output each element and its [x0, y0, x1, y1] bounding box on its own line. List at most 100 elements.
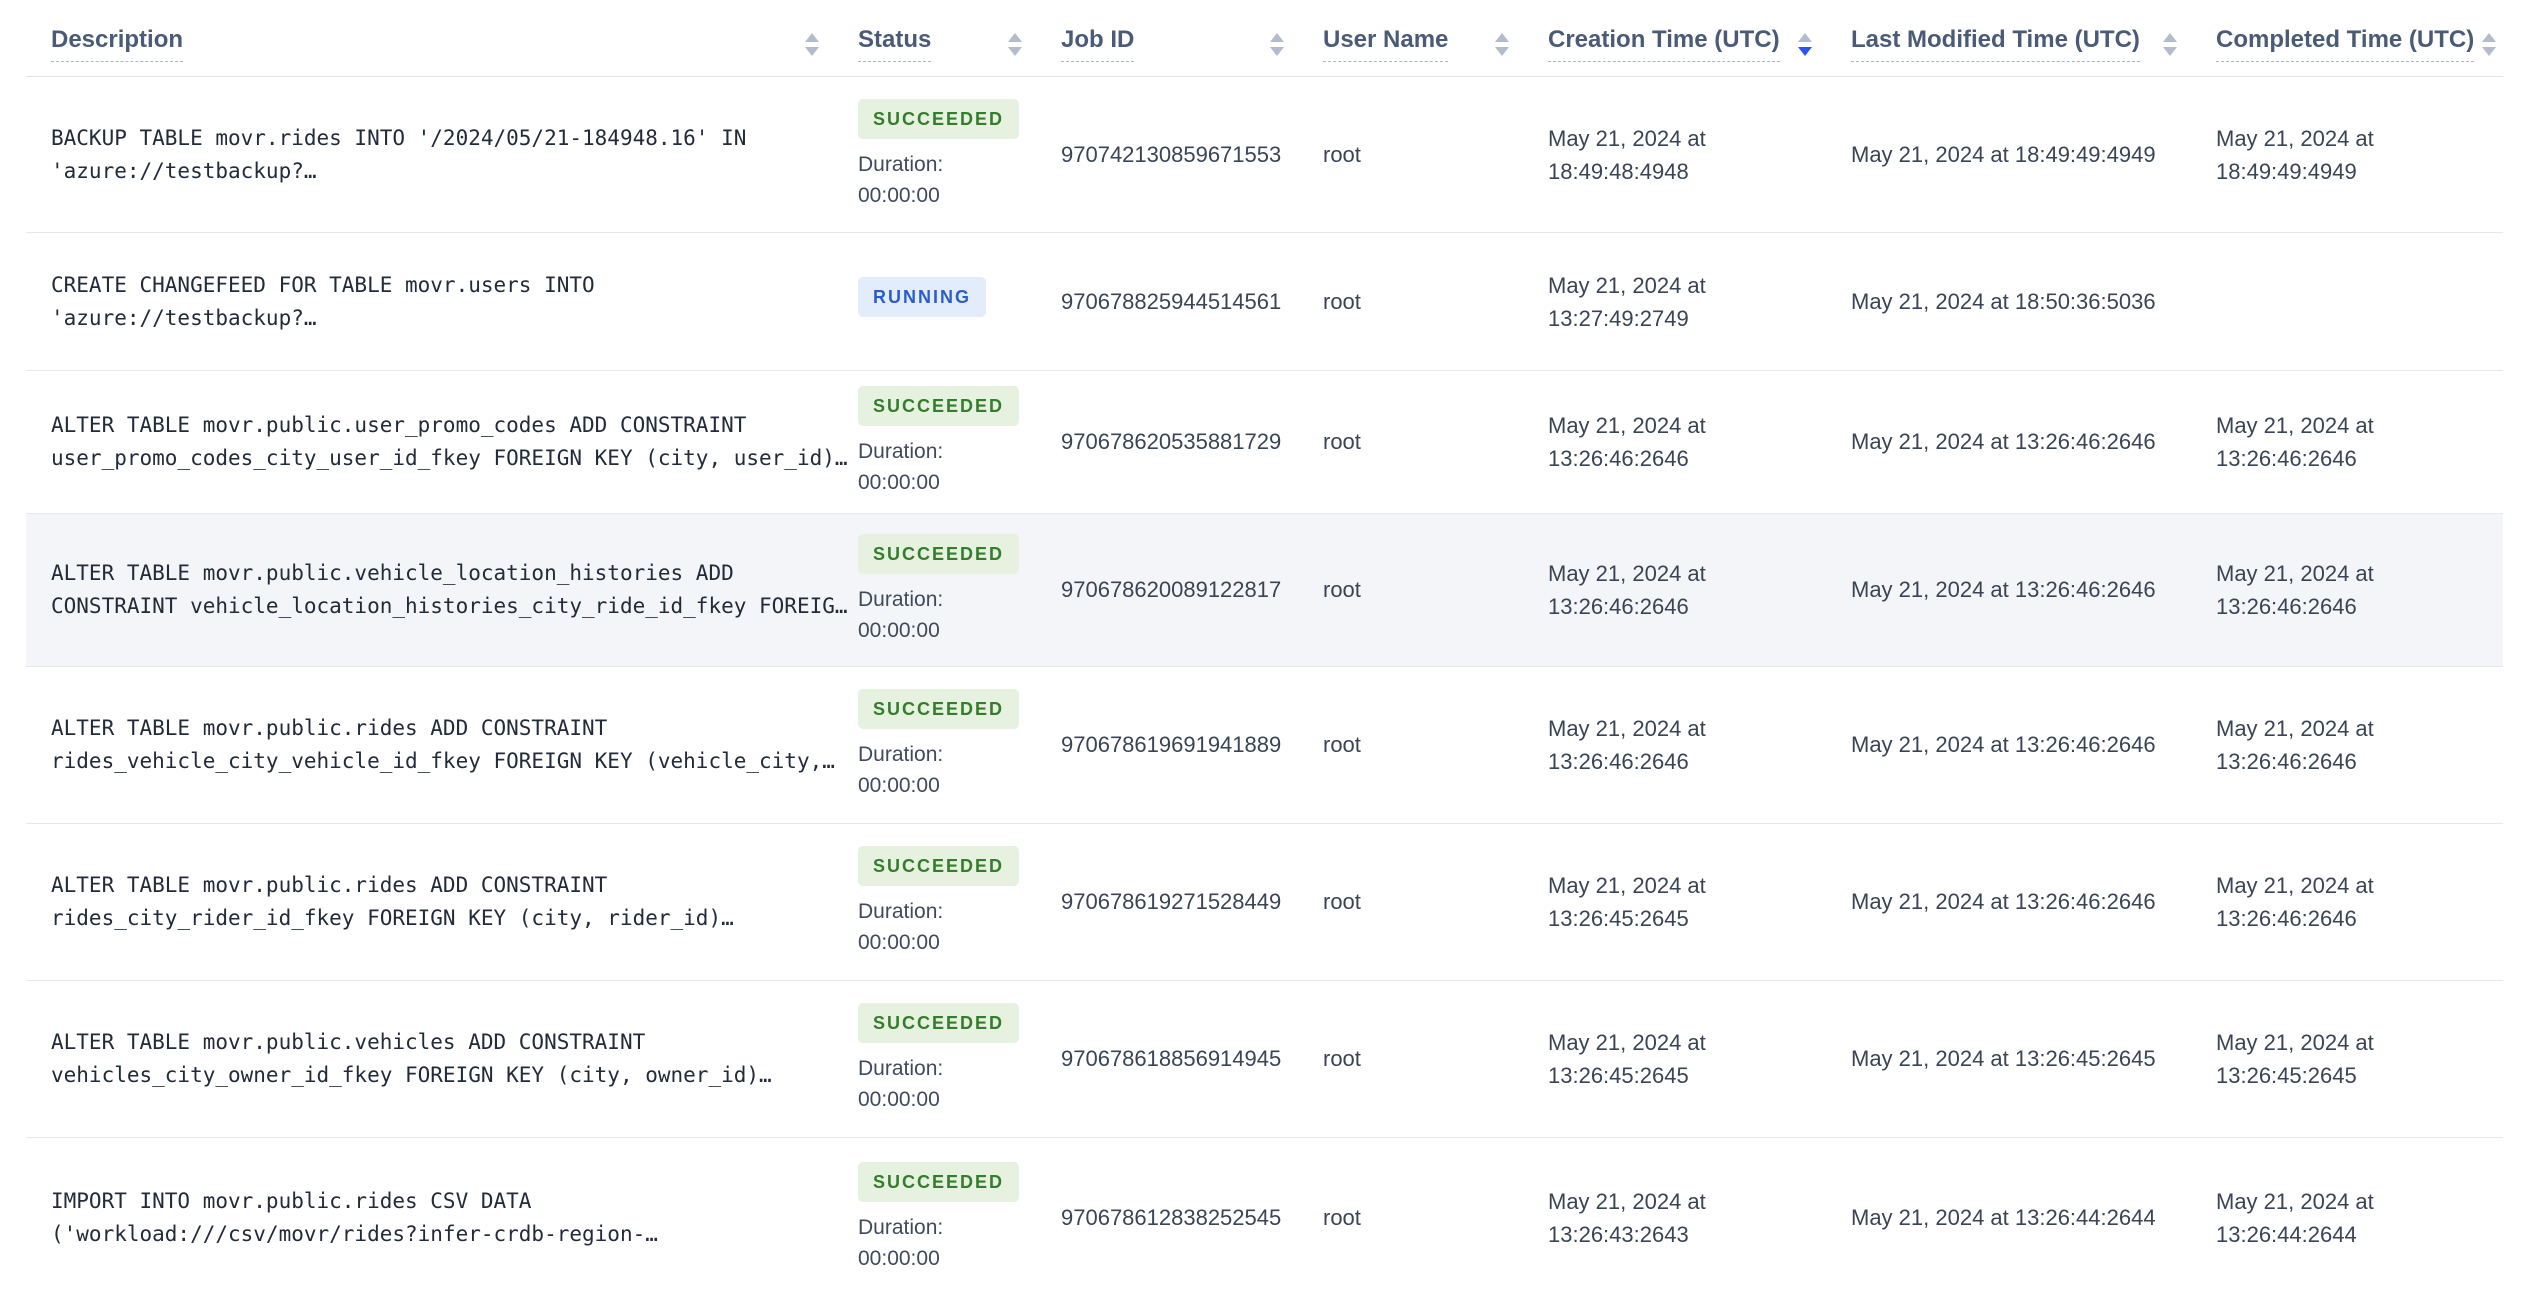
- jobs-table-header: Description Status Job ID User Name Crea…: [26, 0, 2503, 77]
- sort-icon[interactable]: [2482, 32, 2497, 56]
- sort-asc-arrow: [1495, 32, 1509, 42]
- user-name-cell: root: [1298, 1137, 1523, 1298]
- creation-time-cell: May 21, 2024 at 13:27:49:2749: [1523, 232, 1826, 371]
- user-name-cell: root: [1298, 513, 1523, 667]
- column-header-completed-time[interactable]: Completed Time (UTC): [2191, 0, 2503, 77]
- duration: Duration: 00:00:00: [858, 588, 944, 642]
- sort-asc-arrow: [805, 32, 819, 42]
- completed-time-cell: May 21, 2024 at 13:26:46:2646: [2191, 513, 2503, 667]
- completed-time-cell: May 21, 2024 at 13:26:44:2644: [2191, 1137, 2503, 1298]
- status-badge: SUCCEEDED: [858, 1161, 1020, 1202]
- last-modified-time-cell: May 21, 2024 at 13:26:44:2644: [1826, 1137, 2191, 1298]
- jobs-table-container: Description Status Job ID User Name Crea…: [0, 0, 2528, 1298]
- table-row[interactable]: ALTER TABLE movr.public.vehicles ADD CON…: [26, 980, 2503, 1138]
- job-id-cell: 970678619691941889: [1036, 666, 1298, 824]
- user-name-cell: root: [1298, 980, 1523, 1138]
- status-cell: SUCCEEDED Duration: 00:00:00: [833, 370, 1036, 514]
- creation-time-cell: May 21, 2024 at 13:26:43:2643: [1523, 1137, 1826, 1298]
- completed-time-cell: [2191, 232, 2503, 371]
- status-cell: SUCCEEDED Duration: 00:00:00: [833, 1137, 1036, 1298]
- job-id-cell: 970678825944514561: [1036, 232, 1298, 371]
- last-modified-time-cell: May 21, 2024 at 13:26:46:2646: [1826, 823, 2191, 981]
- table-row[interactable]: ALTER TABLE movr.public.rides ADD CONSTR…: [26, 823, 2503, 981]
- table-row[interactable]: CREATE CHANGEFEED FOR TABLE movr.users I…: [26, 232, 2503, 371]
- last-modified-time-cell: May 21, 2024 at 13:26:45:2645: [1826, 980, 2191, 1138]
- duration: Duration: 00:00:00: [858, 440, 944, 494]
- sort-desc-arrow: [1270, 46, 1284, 56]
- status-badge: SUCCEEDED: [858, 846, 1020, 886]
- duration: Duration: 00:00:00: [858, 900, 944, 954]
- user-name-cell: root: [1298, 666, 1523, 824]
- creation-time-cell: May 21, 2024 at 18:49:48:4948: [1548, 125, 1706, 184]
- sort-asc-arrow: [1798, 32, 1812, 42]
- description-cell: IMPORT INTO movr.public.rides CSV DATA ('…: [26, 1137, 833, 1298]
- job-id-cell: 970678619271528449: [1036, 823, 1298, 981]
- user-name-cell: root: [1298, 823, 1523, 981]
- column-label: Completed Time (UTC): [2216, 26, 2475, 62]
- description-cell: ALTER TABLE movr.public.user_promo_codes…: [26, 370, 848, 514]
- sort-icon[interactable]: [1270, 32, 1284, 56]
- status-badge: SUCCEEDED: [858, 98, 1020, 139]
- column-header-last-modified-time[interactable]: Last Modified Time (UTC): [1826, 0, 2191, 77]
- status-cell: SUCCEEDED Duration: 00:00:00: [833, 666, 1036, 824]
- description-cell: ALTER TABLE movr.public.vehicle_location…: [26, 513, 848, 667]
- creation-time-cell: May 21, 2024 at 13:26:46:2646: [1523, 513, 1826, 667]
- description-cell: BACKUP TABLE movr.rides INTO '/2024/05/2…: [51, 125, 747, 183]
- column-header-job-id[interactable]: Job ID: [1036, 0, 1298, 77]
- sort-desc-arrow: [2163, 46, 2177, 56]
- duration: Duration: 00:00:00: [858, 743, 944, 797]
- sort-desc-arrow: [1495, 46, 1509, 56]
- creation-time-cell: May 21, 2024 at 13:26:45:2645: [1523, 823, 1826, 981]
- sort-icon-active[interactable]: [1798, 32, 1812, 56]
- creation-time-cell: May 21, 2024 at 13:26:45:2645: [1523, 980, 1826, 1138]
- table-row[interactable]: BACKUP TABLE movr.rides INTO '/2024/05/2…: [26, 77, 2503, 233]
- sort-asc-arrow: [2482, 32, 2497, 42]
- last-modified-time-cell: May 21, 2024 at 13:26:46:2646: [1826, 370, 2191, 514]
- column-label: Description: [51, 26, 184, 62]
- sort-icon[interactable]: [2163, 32, 2177, 56]
- status-badge: SUCCEEDED: [858, 1003, 1020, 1043]
- description-cell: ALTER TABLE movr.public.rides ADD CONSTR…: [26, 823, 833, 981]
- column-label: Status: [858, 26, 932, 62]
- sort-asc-arrow: [1270, 32, 1284, 42]
- job-id-cell: 970678620535881729: [1036, 370, 1298, 514]
- sort-icon[interactable]: [1495, 32, 1509, 56]
- status-cell: SUCCEEDED Duration: 00:00:00: [833, 513, 1036, 667]
- sort-icon[interactable]: [1008, 32, 1022, 56]
- sort-desc-arrow: [805, 46, 819, 56]
- completed-time-cell: May 21, 2024 at 13:26:46:2646: [2191, 370, 2503, 514]
- column-header-user-name[interactable]: User Name: [1298, 0, 1523, 77]
- sort-desc-arrow: [2482, 46, 2497, 56]
- column-label: User Name: [1323, 26, 1449, 62]
- duration: Duration: 00:00:00: [858, 152, 944, 207]
- status-cell: SUCCEEDED Duration: 00:00:00: [833, 980, 1036, 1138]
- user-name-cell: root: [1323, 141, 1361, 167]
- user-name-cell: root: [1298, 370, 1523, 514]
- description-cell: CREATE CHANGEFEED FOR TABLE movr.users I…: [26, 232, 833, 371]
- last-modified-time-cell: May 21, 2024 at 18:49:49:4949: [1851, 141, 2156, 167]
- table-row[interactable]: ALTER TABLE movr.public.user_promo_codes…: [26, 370, 2503, 514]
- completed-time-cell: May 21, 2024 at 13:26:46:2646: [2191, 666, 2503, 824]
- column-header-description[interactable]: Description: [26, 0, 833, 77]
- creation-time-cell: May 21, 2024 at 13:26:46:2646: [1523, 666, 1826, 824]
- sort-asc-arrow: [1008, 32, 1022, 42]
- duration: Duration: 00:00:00: [858, 1215, 944, 1270]
- column-header-creation-time[interactable]: Creation Time (UTC): [1523, 0, 1826, 77]
- table-row[interactable]: ALTER TABLE movr.public.rides ADD CONSTR…: [26, 666, 2503, 824]
- status-cell: SUCCEEDED Duration: 00:00:00: [833, 77, 1036, 233]
- table-row[interactable]: ALTER TABLE movr.public.vehicle_location…: [26, 513, 2503, 667]
- user-name-cell: root: [1298, 232, 1523, 371]
- sort-icon[interactable]: [805, 32, 819, 56]
- status-cell: SUCCEEDED Duration: 00:00:00: [833, 823, 1036, 981]
- column-header-status[interactable]: Status: [833, 0, 1036, 77]
- sort-desc-arrow-active: [1798, 46, 1812, 56]
- sort-desc-arrow: [1008, 46, 1022, 56]
- table-row[interactable]: IMPORT INTO movr.public.rides CSV DATA ('…: [26, 1137, 2503, 1298]
- jobs-table: Description Status Job ID User Name Crea…: [26, 0, 2503, 1298]
- column-label: Job ID: [1061, 26, 1135, 62]
- completed-time-cell: May 21, 2024 at 13:26:45:2645: [2191, 980, 2503, 1138]
- job-id-cell: 970742130859671553: [1061, 141, 1282, 167]
- status-badge: SUCCEEDED: [858, 534, 1020, 574]
- last-modified-time-cell: May 21, 2024 at 18:50:36:5036: [1826, 232, 2191, 371]
- description-cell: ALTER TABLE movr.public.rides ADD CONSTR…: [26, 666, 835, 824]
